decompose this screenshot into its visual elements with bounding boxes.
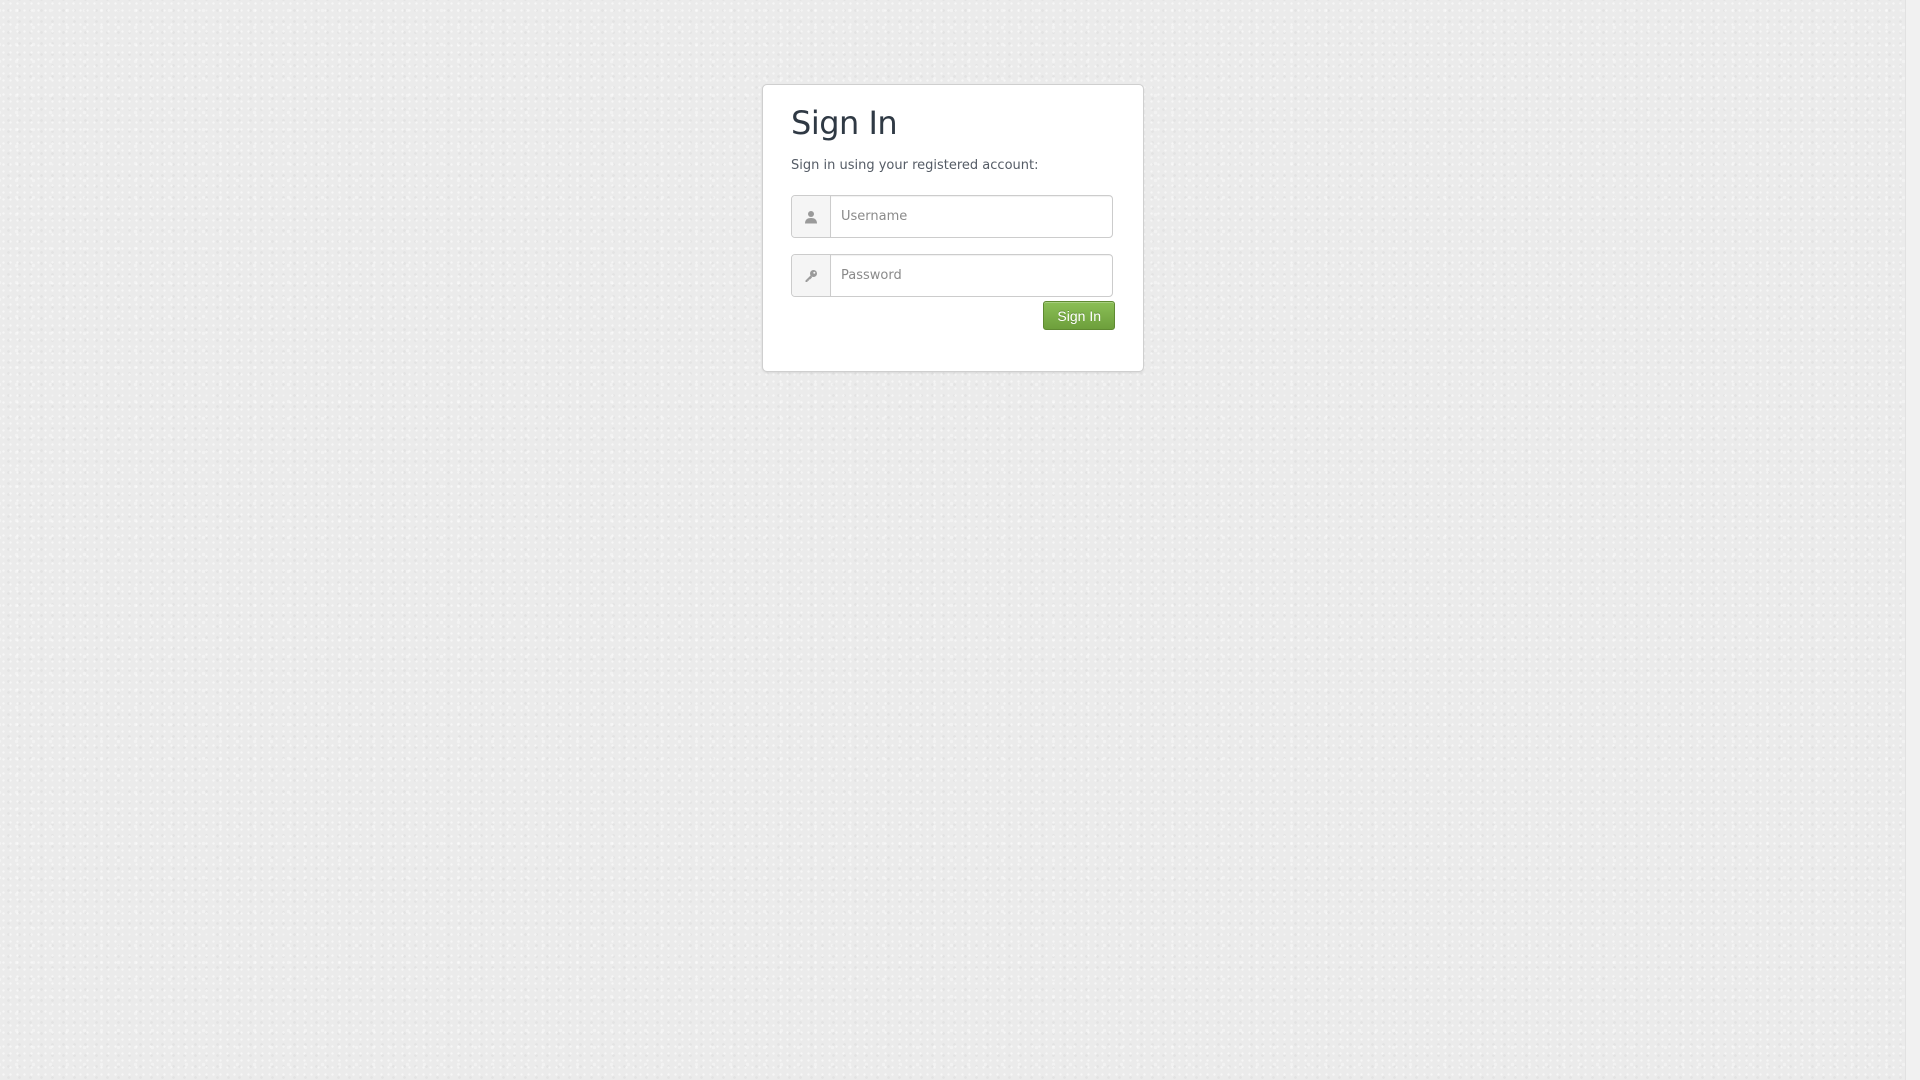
- sign-in-instructions: Sign in using your registered account:: [791, 158, 1039, 173]
- key-icon: [792, 255, 831, 296]
- vertical-scrollbar[interactable]: [1905, 0, 1920, 1080]
- password-input[interactable]: [831, 255, 1112, 296]
- username-input[interactable]: [831, 196, 1112, 237]
- sign-in-panel: Sign In Sign in using your registered ac…: [762, 84, 1144, 372]
- form-actions: Sign In: [791, 301, 1115, 330]
- page-title: Sign In: [791, 104, 898, 142]
- password-field-group: [791, 254, 1113, 297]
- user-icon: [792, 196, 831, 237]
- sign-in-button[interactable]: Sign In: [1043, 301, 1115, 330]
- username-field-group: [791, 195, 1113, 238]
